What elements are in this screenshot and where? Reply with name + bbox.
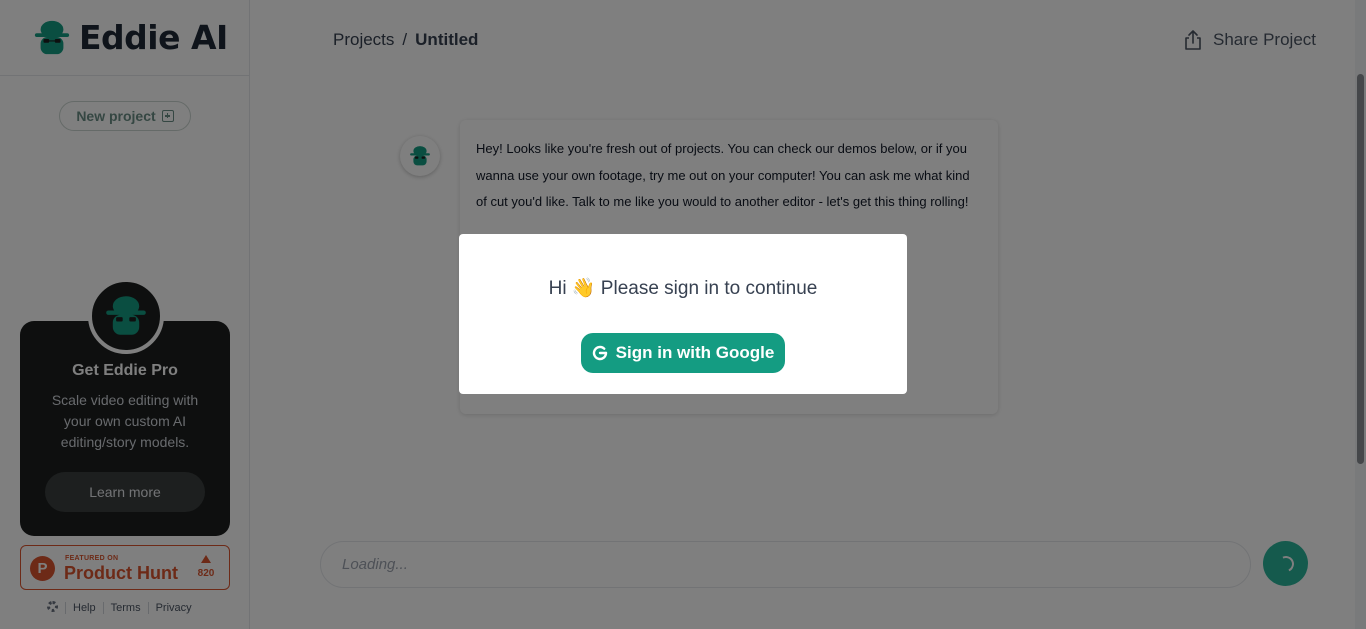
google-icon bbox=[592, 345, 607, 361]
sign-in-modal: Hi 👋 Please sign in to continue Sign in … bbox=[459, 234, 907, 394]
sign-in-google-label: Sign in with Google bbox=[615, 343, 775, 362]
sign-in-google-button[interactable]: Sign in with Google bbox=[581, 333, 785, 373]
sign-in-prompt: Hi 👋 Please sign in to continue bbox=[548, 278, 818, 299]
